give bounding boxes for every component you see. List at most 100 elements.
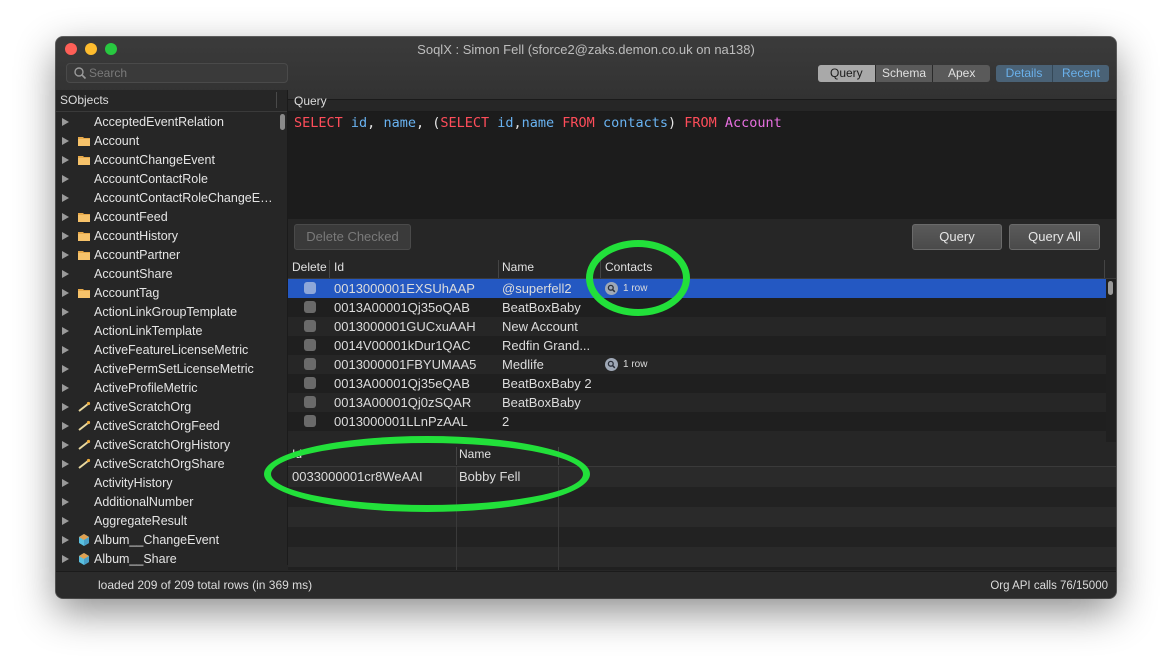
- column-divider[interactable]: [1104, 260, 1105, 278]
- sidebar-item[interactable]: AccountPartner: [56, 246, 287, 265]
- disclosure-triangle-icon[interactable]: [62, 365, 69, 373]
- sidebar-item[interactable]: ActiveScratchOrgShare: [56, 455, 287, 474]
- sidebar-item-label: ActiveScratchOrgShare: [94, 457, 225, 471]
- table-row[interactable]: 0013000001LLnPzAAL 2: [288, 412, 1106, 431]
- sidebar-item[interactable]: ActionLinkGroupTemplate: [56, 303, 287, 322]
- results-scrollbar[interactable]: [1108, 281, 1113, 295]
- results-table: Delete Id Name Contacts 0013000001EXSUhA…: [288, 256, 1116, 450]
- delete-checkbox[interactable]: [304, 396, 316, 408]
- table-row[interactable]: 0013000001FBYUMAA5 Medlife 1 row: [288, 355, 1106, 374]
- sidebar-item[interactable]: AdditionalNumber: [56, 493, 287, 512]
- disclosure-triangle-icon[interactable]: [62, 403, 69, 411]
- disclosure-triangle-icon[interactable]: [62, 270, 69, 278]
- sidebar-item[interactable]: Album__ChangeEvent: [56, 531, 287, 550]
- sidebar-item[interactable]: ActivityHistory: [56, 474, 287, 493]
- sidebar-item[interactable]: AccountTag: [56, 284, 287, 303]
- column-header-id[interactable]: Id: [334, 260, 344, 274]
- sidebar-item[interactable]: AccountHistory: [56, 227, 287, 246]
- table-row[interactable]: 0014V00001kDur1QAC Redfin Grand...: [288, 336, 1106, 355]
- tab-details[interactable]: Details: [996, 65, 1053, 82]
- tab-query[interactable]: Query: [818, 65, 876, 82]
- sidebar-item[interactable]: AccountShare: [56, 265, 287, 284]
- disclosure-triangle-icon[interactable]: [62, 498, 69, 506]
- cell-name: BeatBoxBaby 2: [502, 376, 592, 391]
- sidebar-item[interactable]: ActiveProfileMetric: [56, 379, 287, 398]
- disclosure-triangle-icon[interactable]: [62, 289, 69, 297]
- sidebar-item[interactable]: AccountFeed: [56, 208, 287, 227]
- disclosure-triangle-icon[interactable]: [62, 517, 69, 525]
- column-divider[interactable]: [498, 260, 499, 278]
- disclosure-triangle-icon[interactable]: [62, 422, 69, 430]
- table-row[interactable]: 0013A00001Qj35eQAB BeatBoxBaby 2: [288, 374, 1106, 393]
- tab-apex[interactable]: Apex: [933, 65, 990, 82]
- disclosure-triangle-icon[interactable]: [62, 213, 69, 221]
- disclosure-triangle-icon[interactable]: [62, 175, 69, 183]
- sidebar-item[interactable]: AggregateResult: [56, 512, 287, 531]
- sidebar-scrollbar[interactable]: [280, 114, 285, 130]
- disclosure-triangle-icon[interactable]: [62, 346, 69, 354]
- disclosure-triangle-icon[interactable]: [62, 384, 69, 392]
- disclosure-triangle-icon[interactable]: [62, 460, 69, 468]
- delete-checkbox[interactable]: [304, 377, 316, 389]
- column-header-delete[interactable]: Delete: [292, 260, 327, 274]
- tab-recent[interactable]: Recent: [1053, 65, 1109, 82]
- search-box[interactable]: [66, 63, 288, 83]
- query-all-button[interactable]: Query All: [1009, 224, 1100, 250]
- sidebar-item[interactable]: ActiveFeatureLicenseMetric: [56, 341, 287, 360]
- disclosure-triangle-icon[interactable]: [62, 327, 69, 335]
- column-divider[interactable]: [276, 92, 277, 108]
- sidebar-item[interactable]: ActiveScratchOrgFeed: [56, 417, 287, 436]
- sidebar-item[interactable]: ActiveScratchOrg: [56, 398, 287, 417]
- delete-checkbox[interactable]: [304, 301, 316, 313]
- query-panel-header: Query: [288, 90, 1116, 112]
- sidebar-item[interactable]: AcceptedEventRelation: [56, 113, 287, 132]
- query-token: SELECT: [294, 115, 351, 131]
- query-editor[interactable]: SELECT id, name, (SELECT id,name FROM co…: [288, 112, 1116, 219]
- sidebar-item-label: Account: [94, 134, 140, 148]
- delete-checkbox[interactable]: [304, 358, 316, 370]
- sidebar-item[interactable]: Account: [56, 132, 287, 151]
- disclosure-triangle-icon[interactable]: [62, 232, 69, 240]
- disclosure-triangle-icon[interactable]: [62, 194, 69, 202]
- sidebar-item[interactable]: ActiveScratchOrgHistory: [56, 436, 287, 455]
- wand-icon: [77, 457, 91, 471]
- sidebar-item[interactable]: AccountContactRoleChangeEv...: [56, 189, 287, 208]
- sidebar-item[interactable]: Album__Share: [56, 550, 287, 569]
- sidebar-item-label: ActivityHistory: [94, 476, 173, 490]
- delete-checkbox[interactable]: [304, 415, 316, 427]
- column-header-name[interactable]: Name: [502, 260, 534, 274]
- query-text[interactable]: SELECT id, name, (SELECT id,name FROM co…: [294, 115, 782, 131]
- delete-checkbox[interactable]: [304, 320, 316, 332]
- disclosure-triangle-icon[interactable]: [62, 251, 69, 259]
- disclosure-triangle-icon[interactable]: [62, 479, 69, 487]
- disclosure-triangle-icon[interactable]: [62, 308, 69, 316]
- table-row[interactable]: 0013A00001Qj0zSQAR BeatBoxBaby: [288, 393, 1106, 412]
- sidebar-item[interactable]: AccountContactRole: [56, 170, 287, 189]
- query-token: id: [497, 115, 514, 131]
- delete-checkbox[interactable]: [304, 282, 316, 294]
- disclosure-triangle-icon[interactable]: [62, 137, 69, 145]
- tab-schema[interactable]: Schema: [876, 65, 934, 82]
- query-token: ): [667, 115, 685, 131]
- disclosure-triangle-icon[interactable]: [62, 441, 69, 449]
- disclosure-triangle-icon[interactable]: [62, 156, 69, 164]
- sidebar-item[interactable]: AccountChangeEvent: [56, 151, 287, 170]
- query-button[interactable]: Query: [912, 224, 1002, 250]
- delete-checkbox[interactable]: [304, 339, 316, 351]
- results-header: Delete Id Name Contacts: [288, 256, 1116, 279]
- table-row[interactable]: 0013000001GUCxuAAH New Account: [288, 317, 1106, 336]
- sidebar-item[interactable]: ActivePermSetLicenseMetric: [56, 360, 287, 379]
- cell-id: 0013000001EXSUhAAP: [334, 281, 475, 296]
- query-token: , (: [415, 115, 441, 131]
- search-input[interactable]: [89, 64, 279, 82]
- cell-id: 0013A00001Qj35oQAB: [334, 300, 470, 315]
- sidebar-item[interactable]: ActionLinkTemplate: [56, 322, 287, 341]
- sidebar-item-label: ActiveScratchOrgHistory: [94, 438, 231, 452]
- disclosure-triangle-icon[interactable]: [62, 536, 69, 544]
- table-row[interactable]: 0013A00001Qj35oQAB BeatBoxBaby: [288, 298, 1106, 317]
- table-row[interactable]: 0013000001EXSUhAAP @superfell2 1 row: [288, 279, 1106, 298]
- column-divider[interactable]: [329, 260, 330, 278]
- delete-checked-button[interactable]: Delete Checked: [294, 224, 411, 250]
- disclosure-triangle-icon[interactable]: [62, 555, 69, 563]
- disclosure-triangle-icon[interactable]: [62, 118, 69, 126]
